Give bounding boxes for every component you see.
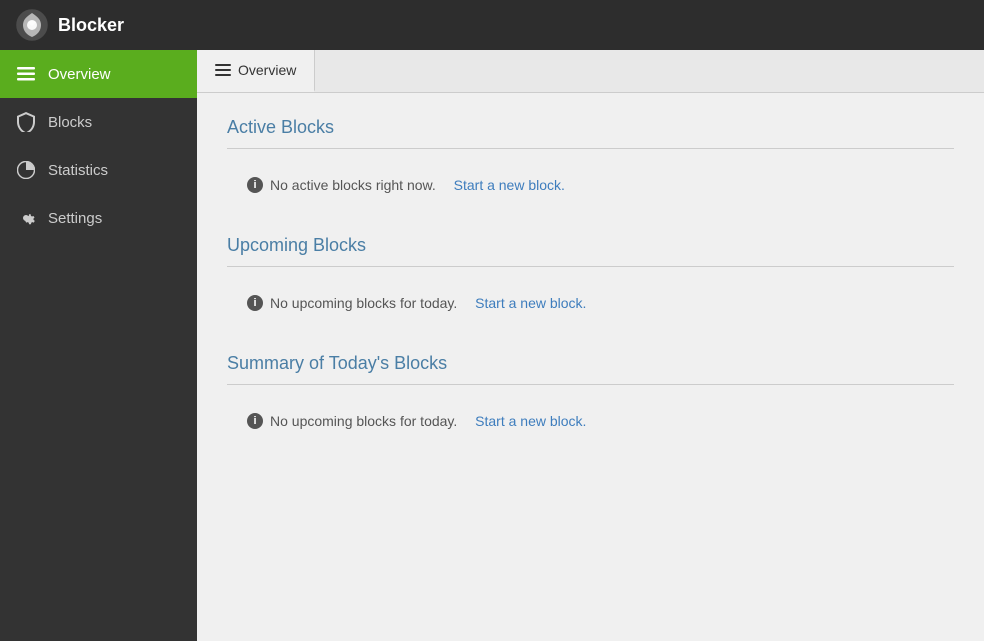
active-blocks-text: No active blocks right now. xyxy=(270,177,436,193)
info-icon-active: i xyxy=(247,177,263,193)
active-blocks-message: i No active blocks right now. Start a ne… xyxy=(227,165,954,205)
summary-section: Summary of Today's Blocks i No upcoming … xyxy=(227,353,954,441)
upcoming-blocks-divider xyxy=(227,266,954,267)
summary-text: No upcoming blocks for today. xyxy=(270,413,457,429)
page-content: Active Blocks i No active blocks right n… xyxy=(197,93,984,495)
logo-icon xyxy=(16,9,48,41)
upcoming-blocks-title: Upcoming Blocks xyxy=(227,235,954,256)
sidebar-item-statistics[interactable]: Statistics xyxy=(0,146,197,194)
topbar: Blocker xyxy=(0,0,984,50)
info-icon-summary: i xyxy=(247,413,263,429)
sidebar-item-blocks[interactable]: Blocks xyxy=(0,98,197,146)
summary-link[interactable]: Start a new block. xyxy=(475,413,586,429)
upcoming-blocks-text: No upcoming blocks for today. xyxy=(270,295,457,311)
active-blocks-section: Active Blocks i No active blocks right n… xyxy=(227,117,954,205)
content-area: Overview Active Blocks i No active block… xyxy=(197,50,984,641)
app-logo: Blocker xyxy=(16,9,124,41)
shield-icon xyxy=(16,112,36,132)
active-blocks-title: Active Blocks xyxy=(227,117,954,138)
gear-icon xyxy=(16,208,36,228)
sidebar-item-label-overview: Overview xyxy=(48,66,111,83)
main-layout: Overview Blocks Statistics xyxy=(0,50,984,641)
sidebar-item-label-statistics: Statistics xyxy=(48,162,108,179)
app-title: Blocker xyxy=(58,15,124,36)
list-icon xyxy=(215,64,231,76)
sidebar: Overview Blocks Statistics xyxy=(0,50,197,641)
info-icon-upcoming: i xyxy=(247,295,263,311)
sidebar-item-overview[interactable]: Overview xyxy=(0,50,197,98)
summary-title: Summary of Today's Blocks xyxy=(227,353,954,374)
upcoming-blocks-message: i No upcoming blocks for today. Start a … xyxy=(227,283,954,323)
menu-icon xyxy=(16,64,36,84)
sidebar-item-settings[interactable]: Settings xyxy=(0,194,197,242)
tab-overview-label: Overview xyxy=(238,62,296,78)
upcoming-blocks-section: Upcoming Blocks i No upcoming blocks for… xyxy=(227,235,954,323)
tab-overview[interactable]: Overview xyxy=(197,50,315,92)
summary-message: i No upcoming blocks for today. Start a … xyxy=(227,401,954,441)
sidebar-item-label-settings: Settings xyxy=(48,210,102,227)
sidebar-item-label-blocks: Blocks xyxy=(48,114,92,131)
upcoming-blocks-link[interactable]: Start a new block. xyxy=(475,295,586,311)
active-blocks-divider xyxy=(227,148,954,149)
summary-divider xyxy=(227,384,954,385)
chart-icon xyxy=(16,160,36,180)
active-blocks-link[interactable]: Start a new block. xyxy=(454,177,565,193)
tab-bar: Overview xyxy=(197,50,984,93)
